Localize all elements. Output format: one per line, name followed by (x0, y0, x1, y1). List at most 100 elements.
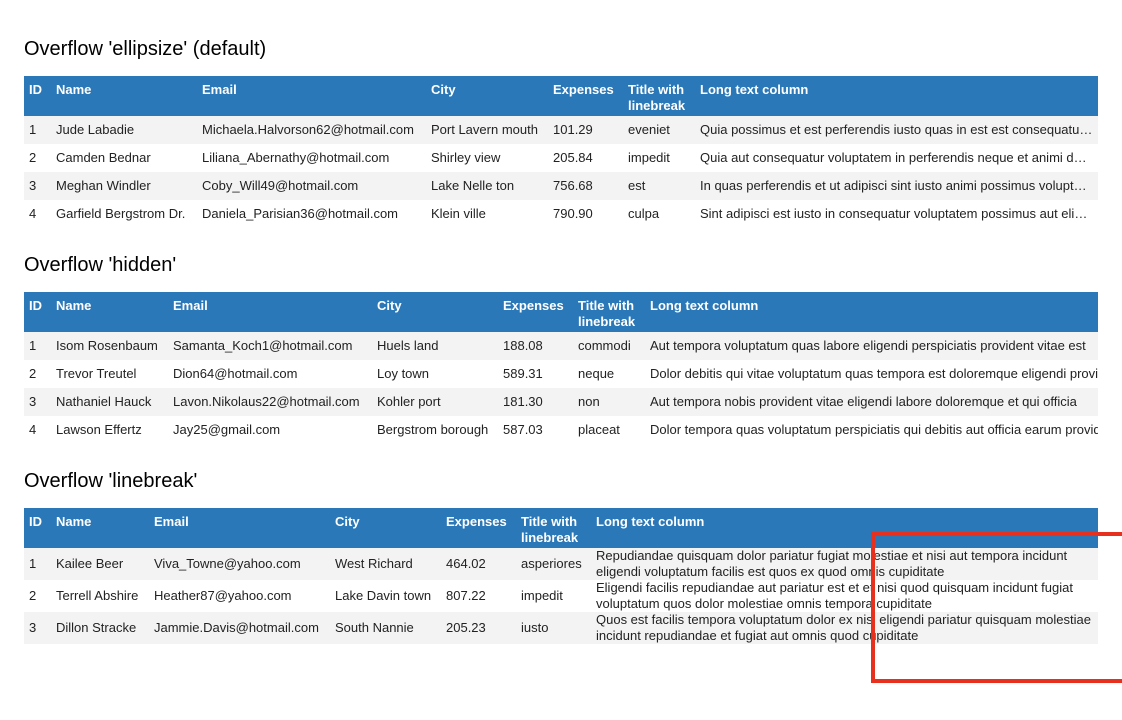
cell-expenses: 790.90 (548, 200, 623, 228)
cell-title: placeat (573, 416, 645, 444)
column-header-id[interactable]: ID (24, 508, 51, 548)
cell-email: Coby_Will49@hotmail.com (197, 172, 426, 200)
table-row[interactable]: 3 Nathaniel Hauck Lavon.Nikolaus22@hotma… (24, 388, 1098, 416)
cell-title: eveniet (623, 116, 695, 144)
cell-expenses: 205.23 (441, 612, 516, 644)
column-header-id[interactable]: ID (24, 292, 51, 332)
table-row[interactable]: 1 Jude Labadie Michaela.Halvorson62@hotm… (24, 116, 1098, 144)
cell-email: Dion64@hotmail.com (168, 360, 372, 388)
cell-title: iusto (516, 612, 591, 644)
cell-expenses: 807.22 (441, 580, 516, 612)
cell-long-text: In quas perferendis et ut adipisci sint … (695, 172, 1098, 200)
column-header-city[interactable]: City (372, 292, 498, 332)
cell-email: Lavon.Nikolaus22@hotmail.com (168, 388, 372, 416)
cell-title: impedit (623, 144, 695, 172)
cell-title: culpa (623, 200, 695, 228)
cell-email: Liliana_Abernathy@hotmail.com (197, 144, 426, 172)
table-row[interactable]: 4 Lawson Effertz Jay25@gmail.com Bergstr… (24, 416, 1098, 444)
cell-long-text: Aut tempora nobis provident vitae eligen… (645, 388, 1098, 416)
cell-city: Klein ville (426, 200, 548, 228)
cell-expenses: 464.02 (441, 548, 516, 580)
column-header-title[interactable]: Title with linebreak (516, 508, 591, 548)
page: Overflow 'ellipsize' (default) ID Name E… (0, 0, 1122, 720)
cell-name: Kailee Beer (51, 548, 149, 580)
table-row[interactable]: 1 Kailee Beer Viva_Towne@yahoo.com West … (24, 548, 1098, 580)
header-row: ID Name Email City Expenses Title with l… (24, 508, 1098, 548)
column-header-name[interactable]: Name (51, 292, 168, 332)
cell-email: Heather87@yahoo.com (149, 580, 330, 612)
column-header-email[interactable]: Email (168, 292, 372, 332)
table-row[interactable]: 2 Trevor Treutel Dion64@hotmail.com Loy … (24, 360, 1098, 388)
section-title: Overflow 'linebreak' (24, 470, 198, 492)
cell-city: Lake Nelle ton (426, 172, 548, 200)
column-header-expenses[interactable]: Expenses (441, 508, 516, 548)
table-row[interactable]: 1 Isom Rosenbaum Samanta_Koch1@hotmail.c… (24, 332, 1098, 360)
column-header-expenses[interactable]: Expenses (498, 292, 573, 332)
column-header-expenses[interactable]: Expenses (548, 76, 623, 116)
column-header-id[interactable]: ID (24, 76, 51, 116)
cell-city: Bergstrom borough (372, 416, 498, 444)
cell-expenses: 181.30 (498, 388, 573, 416)
cell-id: 2 (24, 144, 51, 172)
cell-id: 3 (24, 172, 51, 200)
cell-id: 4 (24, 416, 51, 444)
cell-name: Lawson Effertz (51, 416, 168, 444)
cell-email: Jammie.Davis@hotmail.com (149, 612, 330, 644)
cell-long-text: Quia possimus et est perferendis iusto q… (695, 116, 1098, 144)
table-row[interactable]: 4 Garfield Bergstrom Dr. Daniela_Parisia… (24, 200, 1098, 228)
cell-city: South Nannie (330, 612, 441, 644)
column-header-city[interactable]: City (426, 76, 548, 116)
column-header-title[interactable]: Title with linebreak (623, 76, 695, 116)
column-header-long-text[interactable]: Long text column (591, 508, 1098, 548)
column-header-city[interactable]: City (330, 508, 441, 548)
header-row: ID Name Email City Expenses Title with l… (24, 76, 1098, 116)
cell-id: 1 (24, 548, 51, 580)
section-title: Overflow 'hidden' (24, 254, 177, 276)
cell-name: Garfield Bergstrom Dr. (51, 200, 197, 228)
column-header-name[interactable]: Name (51, 76, 197, 116)
cell-city: Shirley view (426, 144, 548, 172)
cell-id: 3 (24, 388, 51, 416)
cell-long-text: Eligendi facilis repudiandae aut pariatu… (591, 580, 1098, 612)
data-table: ID Name Email City Expenses Title with l… (24, 508, 1098, 644)
cell-title: impedit (516, 580, 591, 612)
cell-long-text: Sint adipisci est iusto in consequatur v… (695, 200, 1098, 228)
cell-long-text: Quia aut consequatur voluptatem in perfe… (695, 144, 1098, 172)
cell-name: Jude Labadie (51, 116, 197, 144)
cell-city: West Richard (330, 548, 441, 580)
table-row[interactable]: 3 Meghan Windler Coby_Will49@hotmail.com… (24, 172, 1098, 200)
cell-id: 2 (24, 580, 51, 612)
cell-name: Trevor Treutel (51, 360, 168, 388)
cell-title: est (623, 172, 695, 200)
cell-id: 4 (24, 200, 51, 228)
cell-name: Dillon Stracke (51, 612, 149, 644)
table-row[interactable]: 2 Camden Bednar Liliana_Abernathy@hotmai… (24, 144, 1098, 172)
cell-city: Huels land (372, 332, 498, 360)
table-row[interactable]: 3 Dillon Stracke Jammie.Davis@hotmail.co… (24, 612, 1098, 644)
cell-long-text: Aut tempora voluptatum quas labore elige… (645, 332, 1098, 360)
cell-expenses: 188.08 (498, 332, 573, 360)
cell-city: Lake Davin town (330, 580, 441, 612)
cell-expenses: 205.84 (548, 144, 623, 172)
cell-city: Port Lavern mouth (426, 116, 548, 144)
column-header-email[interactable]: Email (149, 508, 330, 548)
cell-long-text: Dolor tempora quas voluptatum perspiciat… (645, 416, 1098, 444)
cell-expenses: 589.31 (498, 360, 573, 388)
cell-email: Jay25@gmail.com (168, 416, 372, 444)
cell-expenses: 587.03 (498, 416, 573, 444)
column-header-long-text[interactable]: Long text column (695, 76, 1098, 116)
table-row[interactable]: 2 Terrell Abshire Heather87@yahoo.com La… (24, 580, 1098, 612)
cell-name: Isom Rosenbaum (51, 332, 168, 360)
cell-long-text: Quos est facilis tempora voluptatum dolo… (591, 612, 1098, 644)
cell-id: 1 (24, 116, 51, 144)
data-table: ID Name Email City Expenses Title with l… (24, 76, 1098, 228)
column-header-long-text[interactable]: Long text column (645, 292, 1098, 332)
cell-long-text: Dolor debitis qui vitae voluptatum quas … (645, 360, 1098, 388)
cell-title: commodi (573, 332, 645, 360)
cell-city: Kohler port (372, 388, 498, 416)
column-header-title[interactable]: Title with linebreak (573, 292, 645, 332)
section-title: Overflow 'ellipsize' (default) (24, 38, 267, 60)
column-header-name[interactable]: Name (51, 508, 149, 548)
cell-title: neque (573, 360, 645, 388)
column-header-email[interactable]: Email (197, 76, 426, 116)
